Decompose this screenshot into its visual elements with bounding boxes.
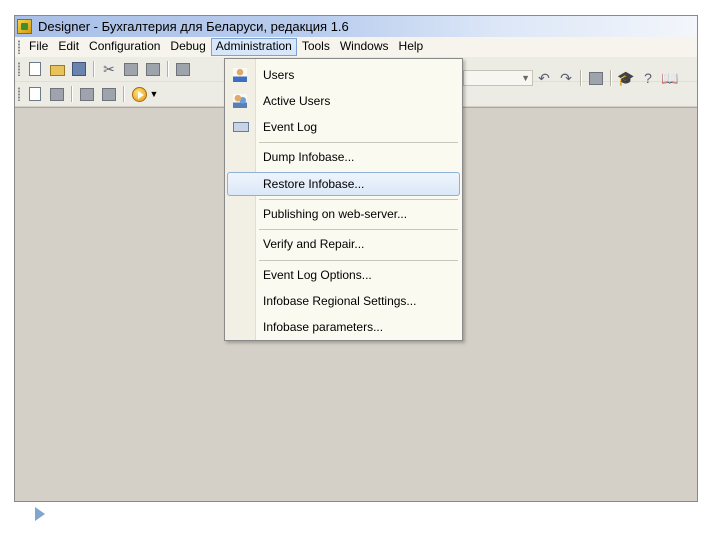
menu-separator <box>259 260 458 261</box>
toolbar-separator <box>167 61 169 77</box>
config-tree-button[interactable] <box>49 86 65 102</box>
help-button[interactable]: ? <box>640 70 656 86</box>
menu-item-event-log[interactable]: Event Log <box>227 115 460 139</box>
slide-bullet-arrow-icon <box>35 507 45 521</box>
menu-item-active-users[interactable]: Active Users <box>227 89 460 113</box>
syntax-assistant-button[interactable]: 🎓 <box>617 70 635 86</box>
cut-button[interactable]: ✂ <box>101 61 117 77</box>
find-next-button[interactable]: ↷ <box>558 70 574 86</box>
toolbar-separator <box>123 86 125 102</box>
menu-item-restore-infobase[interactable]: Restore Infobase... <box>227 172 460 196</box>
menu-item-regional-settings[interactable]: Infobase Regional Settings... <box>227 289 460 313</box>
toolbar-separator <box>580 70 582 86</box>
paste-button[interactable] <box>145 61 161 77</box>
run-dropdown-button[interactable]: ▼ <box>149 86 159 102</box>
graduate-icon: 🎓 <box>617 70 635 86</box>
dropdown-arrow-icon: ▼ <box>149 89 159 99</box>
table-button[interactable] <box>101 86 117 102</box>
search-combo[interactable]: ▼ <box>463 70 533 86</box>
event-log-icon <box>233 122 249 132</box>
toolbar-grip-icon[interactable] <box>17 62 21 76</box>
config-window-button[interactable] <box>27 86 43 102</box>
new-document-icon <box>29 62 41 76</box>
menu-edit[interactable]: Edit <box>53 38 84 56</box>
menu-help[interactable]: Help <box>394 38 429 56</box>
administration-menu: Users Active Users Event Log Dump Infoba… <box>224 58 463 341</box>
menu-item-verify-repair[interactable]: Verify and Repair... <box>227 232 460 256</box>
reference-button[interactable]: 📖 <box>661 70 679 86</box>
open-button[interactable] <box>49 61 65 77</box>
print-button[interactable] <box>175 61 191 77</box>
print-icon <box>176 62 190 76</box>
paste-icon <box>146 62 160 76</box>
toolbar-separator <box>71 86 73 102</box>
active-users-icon <box>233 94 247 108</box>
windows-button[interactable] <box>588 70 604 86</box>
menu-item-event-log-options[interactable]: Event Log Options... <box>227 263 460 287</box>
copy-button[interactable] <box>123 61 139 77</box>
save-button[interactable] <box>71 61 87 77</box>
menu-item-infobase-parameters[interactable]: Infobase parameters... <box>227 315 460 339</box>
window-title: Designer - Бухгалтерия для Беларуси, ред… <box>38 19 349 34</box>
toolbar-grip-icon[interactable] <box>17 87 21 101</box>
play-icon <box>131 86 147 102</box>
find-next-icon: ↷ <box>560 70 572 86</box>
windows-icon <box>589 71 603 85</box>
menu-windows[interactable]: Windows <box>335 38 394 56</box>
open-folder-icon <box>49 65 65 76</box>
title-bar: Designer - Бухгалтерия для Беларуси, ред… <box>15 16 697 37</box>
1c-designer-icon <box>17 19 32 34</box>
menu-item-label: Event Log <box>263 120 318 134</box>
find-prev-button[interactable]: ↶ <box>536 70 552 86</box>
toolbar-separator <box>610 70 612 86</box>
menu-item-label: Verify and Repair... <box>263 237 365 251</box>
config-tree-icon <box>50 87 64 101</box>
database-button[interactable] <box>79 86 95 102</box>
menu-file[interactable]: File <box>24 38 53 56</box>
menu-item-label: Infobase parameters... <box>263 320 384 334</box>
menu-item-label: Dump Infobase... <box>263 150 355 164</box>
menu-item-label: Restore Infobase... <box>263 177 365 191</box>
save-disk-icon <box>72 62 86 76</box>
menubar-grip-icon[interactable] <box>17 40 21 54</box>
find-prev-icon: ↶ <box>538 70 550 86</box>
new-document-button[interactable] <box>27 61 43 77</box>
reference-book-icon: 📖 <box>661 70 679 86</box>
scissors-icon: ✂ <box>103 61 115 77</box>
menu-separator <box>259 142 458 143</box>
menu-item-dump-infobase[interactable]: Dump Infobase... <box>227 145 460 169</box>
menu-item-label: Event Log Options... <box>263 268 372 282</box>
menu-item-publishing-web-server[interactable]: Publishing on web-server... <box>227 202 460 226</box>
menu-debug[interactable]: Debug <box>165 38 210 56</box>
user-icon <box>233 68 247 82</box>
toolbar-right-section: ▼ ↶ ↷ 🎓 ? 📖 <box>463 68 697 88</box>
run-debug-button[interactable] <box>131 86 147 102</box>
menu-separator <box>259 199 458 200</box>
toolbar-separator <box>93 61 95 77</box>
menu-tools[interactable]: Tools <box>297 38 335 56</box>
database-icon <box>80 87 94 101</box>
combo-arrow-icon: ▼ <box>521 73 530 83</box>
menu-bar: File Edit Configuration Debug Administra… <box>15 37 697 57</box>
menu-administration[interactable]: Administration <box>210 38 297 56</box>
help-balloon-icon: ? <box>644 70 652 86</box>
menu-item-label: Users <box>263 68 295 82</box>
menu-separator <box>259 229 458 230</box>
table-icon <box>102 87 116 101</box>
config-window-icon <box>29 87 41 101</box>
menu-item-users[interactable]: Users <box>227 63 460 87</box>
menu-configuration[interactable]: Configuration <box>84 38 165 56</box>
copy-icon <box>124 62 138 76</box>
menu-item-label: Active Users <box>263 94 331 108</box>
menu-item-label: Publishing on web-server... <box>263 207 408 221</box>
menu-item-label: Infobase Regional Settings... <box>263 294 417 308</box>
